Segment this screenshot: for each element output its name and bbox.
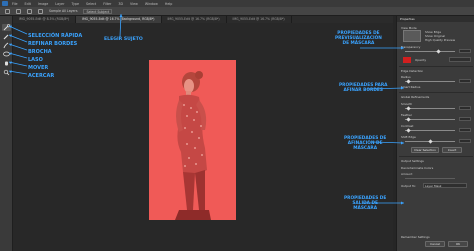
hand-move-icon xyxy=(5,61,8,66)
quick-selection-icon xyxy=(3,24,11,31)
document-tab[interactable]: IMG_9055-Edit @ 16.7% (RGB/8*) xyxy=(162,16,227,23)
annotation-move: MOVER xyxy=(28,65,49,71)
quick-selection-tool[interactable] xyxy=(2,24,11,31)
divider xyxy=(399,156,473,157)
transparency-slider-thumb[interactable] xyxy=(436,49,441,54)
output-settings-label: Output Settings xyxy=(401,159,424,163)
radius-slider-thumb[interactable] xyxy=(406,79,411,84)
decontaminate-colors-checkbox[interactable]: Decontaminate Colors xyxy=(401,166,433,170)
document-tab-bar: IMG_9055-Edit @ 8.3% (RGB/8*) IMG_9055-E… xyxy=(13,16,393,23)
brush-tool[interactable] xyxy=(2,42,11,49)
contrast-slider[interactable] xyxy=(405,130,455,131)
lasso-tool[interactable] xyxy=(2,51,11,58)
zoom-tool[interactable] xyxy=(2,69,11,76)
amount-slider[interactable] xyxy=(405,178,455,179)
smart-radius-checkbox[interactable]: Smart Radius xyxy=(401,85,420,89)
invert-button[interactable]: Invert xyxy=(442,147,462,153)
menu-filter[interactable]: Filter xyxy=(103,2,111,6)
clear-selection-button[interactable]: Clear Selection xyxy=(411,147,439,153)
menu-3d[interactable]: 3D xyxy=(118,2,123,6)
annotation-refine-edges: REFINAR BORDES xyxy=(28,41,78,47)
smooth-label: Smooth xyxy=(401,102,413,106)
annotation-zoom: ACERCAR xyxy=(28,73,55,79)
properties-panel-title: Properties xyxy=(397,16,474,22)
contrast-label: Contrast xyxy=(401,124,414,128)
radius-value[interactable] xyxy=(459,79,471,83)
zoom-icon xyxy=(3,69,10,76)
contrast-slider-thumb[interactable] xyxy=(406,128,411,133)
menu-file[interactable]: File xyxy=(12,2,18,6)
feather-slider[interactable] xyxy=(405,119,455,120)
options-bar: Sample All Layers Select Subject xyxy=(0,7,474,16)
output-to-label: Output To: xyxy=(401,184,416,188)
annotation-global-properties: PROPIEDADES DE AFINACIÓN DE MÁSCARA xyxy=(344,136,387,151)
annotation-brush: BROCHA xyxy=(28,49,52,55)
view-mode-thumbnail[interactable] xyxy=(403,30,421,42)
overlay-color-swatch[interactable] xyxy=(403,57,411,63)
amount-label: Amount xyxy=(401,172,413,176)
menu-window[interactable]: Window xyxy=(145,2,158,6)
annotation-output-properties: PROPIEDADES DE SALIDA DE MÁSCARA xyxy=(344,196,387,211)
document-tab[interactable]: IMG_9055-Edit @ 16.7% (RGB/8*) xyxy=(227,16,292,23)
menu-layer[interactable]: Layer xyxy=(55,2,64,6)
radius-slider[interactable] xyxy=(405,81,455,82)
radius-label: Radius xyxy=(401,75,411,79)
annotation-lasso: LASO xyxy=(28,57,43,63)
tool-preset-icon[interactable] xyxy=(5,8,10,14)
document-tab-active[interactable]: IMG_9055-Edit @ 16.7% (Background, RGB/8… xyxy=(76,16,162,23)
menu-edit[interactable]: Edit xyxy=(25,2,31,6)
menu-bar: File Edit Image Layer Type Select Filter… xyxy=(0,0,474,7)
annotation-select-subject: ELEGIR SUJETO xyxy=(104,37,143,42)
refine-brush-icon xyxy=(3,34,9,40)
smooth-value[interactable] xyxy=(459,106,471,110)
properties-panel: Properties View Mode Show Edge Show Orig… xyxy=(396,16,474,251)
ok-button[interactable]: OK xyxy=(448,241,468,247)
menu-view[interactable]: View xyxy=(130,2,138,6)
high-quality-preview-checkbox[interactable]: High Quality Preview xyxy=(425,38,455,42)
masked-photo[interactable] xyxy=(149,60,236,220)
transparency-value[interactable] xyxy=(459,49,471,53)
transparency-label: Transparency xyxy=(401,45,421,49)
feather-value[interactable] xyxy=(459,117,471,121)
smooth-slider[interactable] xyxy=(405,108,455,109)
shift-edge-label: Shift Edge xyxy=(401,135,416,139)
output-to-select[interactable]: Layer Mask xyxy=(423,183,467,188)
divider xyxy=(399,92,473,93)
menu-image[interactable]: Image xyxy=(38,2,48,6)
feather-label: Feather xyxy=(401,113,412,117)
sample-all-layers-checkbox[interactable]: Sample All Layers xyxy=(49,9,77,13)
annotation-quick-selection: SELECCIÓN RÁPIDA xyxy=(28,33,83,39)
document-tab[interactable]: IMG_9055-Edit @ 8.3% (RGB/8*) xyxy=(13,16,77,23)
woman-figure-silhouette xyxy=(175,71,211,220)
brush-icon xyxy=(3,42,9,49)
brush-size-icon[interactable] xyxy=(38,8,43,14)
move-tool[interactable] xyxy=(2,60,11,67)
menu-help[interactable]: Help xyxy=(165,2,173,6)
divider xyxy=(399,66,473,67)
feather-slider-thumb[interactable] xyxy=(406,117,411,122)
cancel-button[interactable]: Cancel xyxy=(425,241,445,247)
contrast-value[interactable] xyxy=(459,128,471,132)
subtract-selection-icon[interactable] xyxy=(27,8,32,14)
global-refinements-label: Global Refinements xyxy=(401,95,430,99)
menu-select[interactable]: Select xyxy=(86,2,96,6)
shift-edge-slider-thumb[interactable] xyxy=(428,139,433,144)
lasso-icon xyxy=(3,51,10,57)
select-subject-button[interactable]: Select Subject xyxy=(83,8,113,14)
opacity-field[interactable] xyxy=(449,57,471,62)
opacity-label: Opacity xyxy=(415,58,427,62)
refine-edge-brush-tool[interactable] xyxy=(2,33,11,40)
transparency-slider[interactable] xyxy=(405,51,455,52)
annotation-refine-properties: PROPIEDADES PARA AFINAR BORDES xyxy=(339,83,388,93)
photoshop-logo-icon xyxy=(2,1,8,6)
edge-detection-label: Edge Detection xyxy=(401,69,424,73)
annotation-preview-properties: PROPIEDADES DE PREVISUALIZACIÓN DE MÁSCA… xyxy=(335,31,382,46)
menu-type[interactable]: Type xyxy=(71,2,79,6)
add-to-selection-icon[interactable] xyxy=(16,8,21,14)
remember-settings-checkbox[interactable]: Remember Settings xyxy=(401,235,430,239)
shift-edge-value[interactable] xyxy=(459,139,471,143)
smooth-slider-thumb[interactable] xyxy=(406,106,411,111)
tool-bar xyxy=(0,16,13,251)
